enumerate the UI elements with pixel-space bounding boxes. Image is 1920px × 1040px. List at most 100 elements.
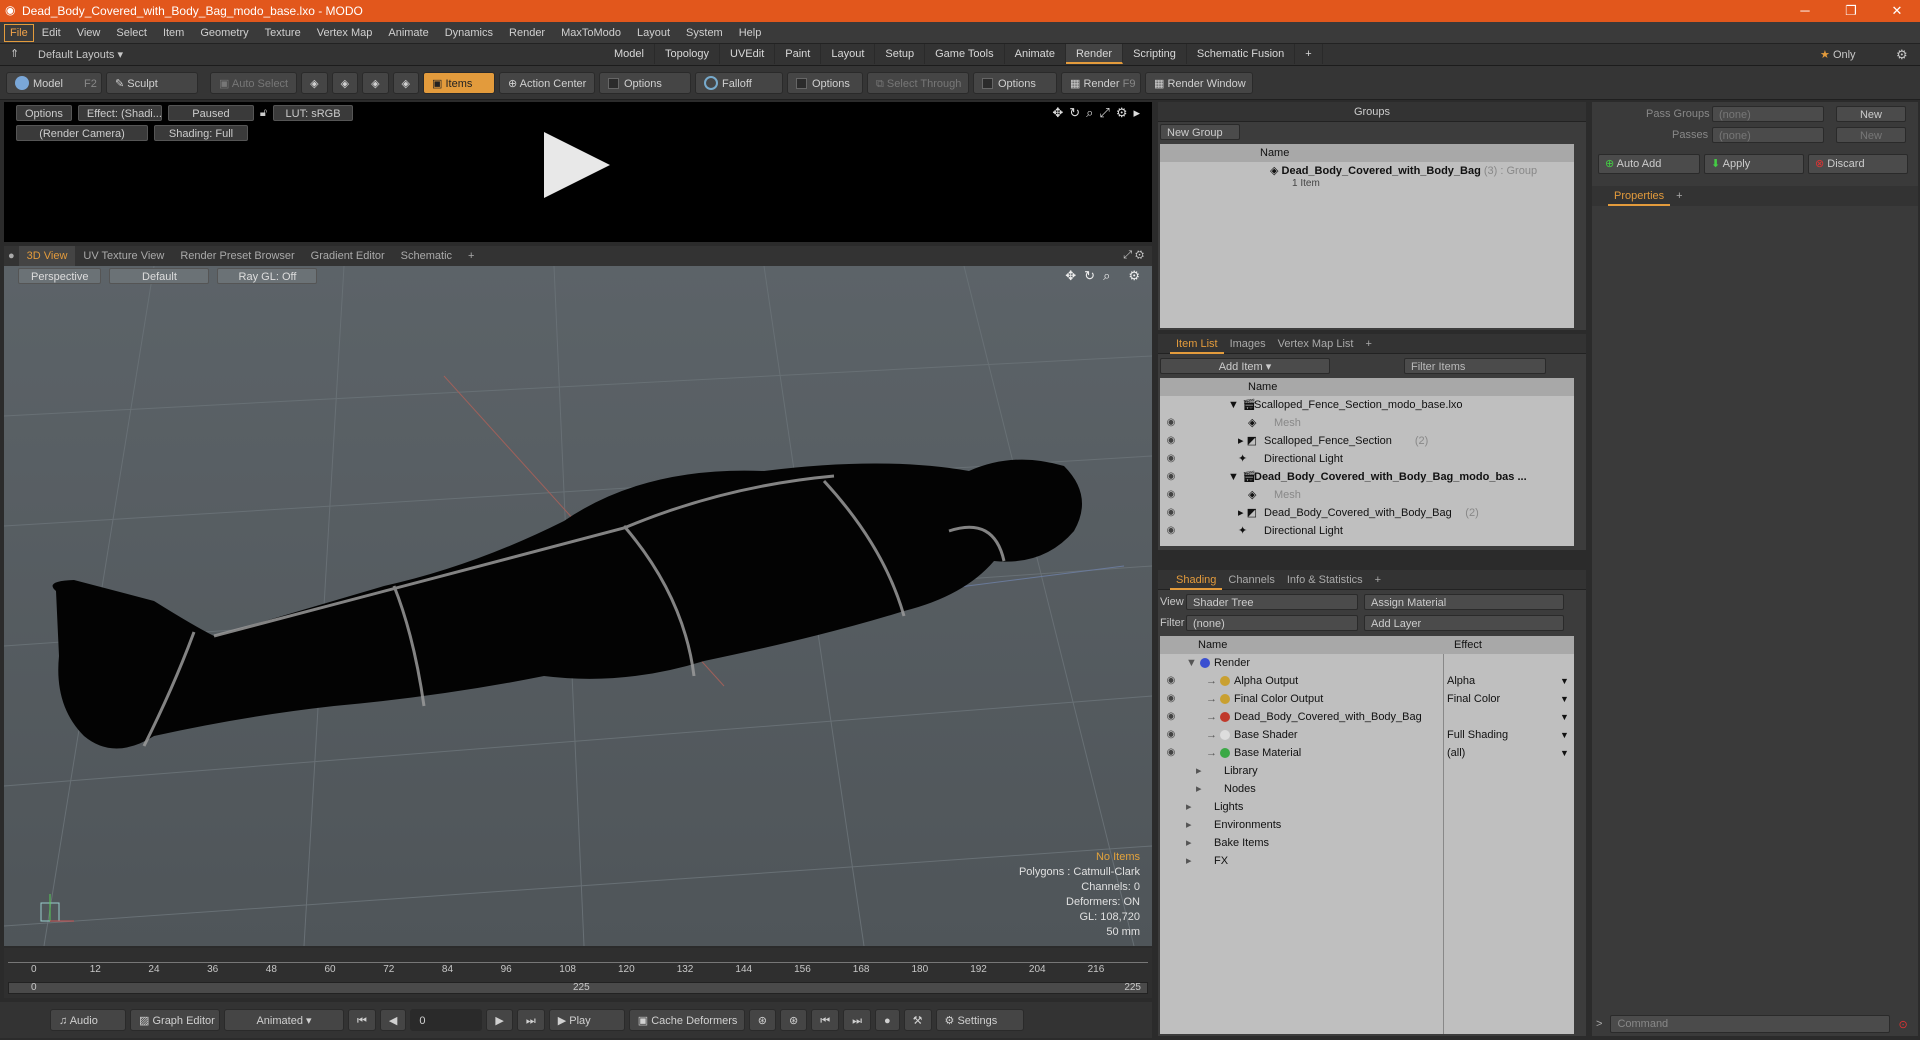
menu-layout[interactable]: Layout — [629, 22, 678, 44]
prev-key-icon[interactable]: ⏮ — [811, 1009, 840, 1031]
tab-uvedit[interactable]: UVEdit — [720, 44, 776, 64]
close-icon[interactable]: ✕ — [1874, 0, 1920, 22]
tab-scripting[interactable]: Scripting — [1123, 44, 1187, 64]
preview-effect-dropdown[interactable]: Effect: (Shadi... — [77, 105, 162, 121]
expand-icon[interactable]: ▸ — [1196, 762, 1202, 780]
effect-dropdown-icon[interactable]: ▼ — [1560, 672, 1569, 690]
pass-groups-dropdown[interactable]: (none) — [1712, 106, 1824, 122]
gear-icon[interactable]: ⚙ — [1116, 105, 1128, 121]
shader-effect[interactable]: Final Color — [1447, 690, 1500, 708]
effect-dropdown-icon[interactable]: ▼ — [1560, 744, 1569, 762]
model-mode-button[interactable]: Model F2 — [6, 72, 102, 94]
prev-frame-icon[interactable]: ◀ — [379, 1009, 407, 1031]
expand-icon[interactable]: ▸ — [1186, 798, 1192, 816]
timeline[interactable]: 0 12 24 36 48 60 72 84 96 108 120 132 144 156 168 180 19… — [4, 948, 1152, 998]
tab-uv-texture-view[interactable]: UV Texture View — [75, 246, 172, 266]
tab-layout[interactable]: Layout — [821, 44, 876, 64]
menu-texture[interactable]: Texture — [257, 22, 309, 44]
add-layer-dropdown[interactable]: Add Layer — [1364, 615, 1564, 631]
rotate-icon[interactable]: ↻ — [1084, 268, 1095, 284]
add-tab-icon[interactable]: + — [1369, 570, 1387, 590]
shader-row[interactable]: ▸ Environments — [1160, 816, 1574, 834]
only-toggle[interactable]: ★ Only — [1820, 48, 1856, 61]
first-frame-icon[interactable]: ⏮ — [348, 1009, 376, 1031]
apply-button[interactable]: ⬇ Apply — [1704, 154, 1804, 174]
tab-properties[interactable]: Properties — [1608, 186, 1671, 206]
tab-images[interactable]: Images — [1224, 334, 1272, 354]
effect-dropdown-icon[interactable]: ▼ — [1560, 708, 1569, 726]
view-dropdown[interactable]: Shader Tree — [1186, 594, 1358, 610]
rotate-icon[interactable]: ↻ — [1069, 105, 1080, 121]
raygl-dropdown[interactable]: Ray GL: Off — [217, 268, 318, 284]
maximize-view-icon[interactable]: ⤢ — [1099, 105, 1109, 121]
filter-dropdown[interactable]: (none) — [1186, 615, 1358, 631]
tab-game-tools[interactable]: Game Tools — [925, 44, 1005, 64]
tab-model[interactable]: Model — [604, 44, 655, 64]
add-item-dropdown[interactable]: Add Item ▾ — [1160, 358, 1330, 374]
add-tab-icon[interactable]: + — [1359, 334, 1377, 354]
style-default-dropdown[interactable]: Default — [109, 268, 210, 284]
key-all-icon[interactable]: ⊛ — [779, 1009, 808, 1031]
eye-icon[interactable]: ◉ — [1164, 450, 1178, 468]
options-button-1[interactable]: Options — [599, 72, 691, 94]
list-item[interactable]: ◉ ▸ ◩ Dead_Body_Covered_with_Body_Bag (2) — [1160, 504, 1574, 522]
shader-row[interactable]: ▸ Bake Items — [1160, 834, 1574, 852]
maximize-icon[interactable]: ❐ — [1828, 0, 1874, 22]
expand-icon[interactable]: ▸ — [1186, 852, 1192, 870]
minimize-icon[interactable]: ─ — [1782, 0, 1828, 22]
expand-icon[interactable]: ▸ — [1186, 834, 1192, 852]
eye-icon[interactable]: ◉ — [1164, 486, 1178, 504]
list-item[interactable]: ▼ 🎬︎ Scalloped_Fence_Section_modo_base.lx… — [1160, 396, 1574, 414]
eye-icon[interactable]: ◉ — [1164, 432, 1178, 450]
render-window-button[interactable]: ▦ Render Window — [1145, 72, 1253, 94]
preview-shading-dropdown[interactable]: Shading: Full — [154, 125, 248, 141]
add-tab-icon[interactable]: + — [460, 246, 482, 266]
vertex-mode-button[interactable]: ◈ — [301, 72, 328, 94]
new-group-button[interactable]: New Group — [1160, 124, 1240, 140]
expand-icon[interactable]: ▸ — [1186, 816, 1192, 834]
add-tab-icon[interactable]: + — [1295, 44, 1323, 64]
preview-paused-button[interactable]: Paused — [167, 105, 254, 121]
expand-icon[interactable]: ▼ — [1186, 654, 1197, 672]
tab-setup[interactable]: Setup — [875, 44, 926, 64]
tab-item-list[interactable]: Item List — [1170, 334, 1224, 354]
filter-items-input[interactable]: Filter Items — [1404, 358, 1546, 374]
shader-row[interactable]: ▸ FX — [1160, 852, 1574, 870]
expand-arrow-icon[interactable]: ▸ — [1133, 105, 1140, 121]
menu-file[interactable]: File — [4, 23, 34, 42]
shader-row[interactable]: ▸ Lights — [1160, 798, 1574, 816]
options-button-3[interactable]: Options — [973, 72, 1057, 94]
eye-icon[interactable]: ◉ — [1164, 672, 1178, 690]
graph-editor-button[interactable]: ▨ Graph Editor — [130, 1009, 220, 1031]
menu-vertex-map[interactable]: Vertex Map — [309, 22, 381, 44]
last-frame-icon[interactable]: ⏭ — [516, 1009, 545, 1031]
shader-row[interactable]: ◉ → Alpha Output Alpha ▼ — [1160, 672, 1574, 690]
list-item[interactable]: ◉ ◈ Mesh — [1160, 486, 1574, 504]
menu-render[interactable]: Render — [501, 22, 553, 44]
settings-button[interactable]: ⚙ Settings — [935, 1009, 1024, 1031]
list-item[interactable]: ◉ ✦ Directional Light — [1160, 450, 1574, 468]
next-frame-icon[interactable]: ▶ — [486, 1009, 513, 1031]
shader-row[interactable]: ◉ → Base Material (all) ▼ — [1160, 744, 1574, 762]
expand-icon[interactable]: → — [1206, 726, 1217, 744]
menu-select[interactable]: Select — [108, 22, 155, 44]
zoom-icon[interactable]: ⌕ — [1103, 268, 1110, 284]
eye-icon[interactable]: ◉ — [1164, 468, 1178, 486]
auto-add-button[interactable]: ⊕ Auto Add — [1598, 154, 1700, 174]
tab-animate[interactable]: Animate — [1005, 44, 1066, 64]
tab-schematic[interactable]: Schematic — [393, 246, 460, 266]
cache-deformers-button[interactable]: ▣ Cache Deformers — [628, 1009, 745, 1031]
discard-button[interactable]: ⊗ Discard — [1808, 154, 1908, 174]
gear-icon[interactable]: ⚙ — [1135, 249, 1144, 261]
falloff-button[interactable]: Falloff — [695, 72, 783, 94]
lock-icon[interactable]: 🔓︎ — [260, 107, 267, 120]
preview-options-button[interactable]: Options — [16, 105, 72, 121]
edge-mode-button[interactable]: ◈ — [331, 72, 359, 94]
options-button-2[interactable]: Options — [787, 72, 863, 94]
eye-icon[interactable]: ◉ — [1164, 726, 1178, 744]
material-mode-button[interactable]: ◈ — [392, 72, 419, 94]
menu-animate[interactable]: Animate — [380, 22, 436, 44]
eye-icon[interactable]: ◉ — [1164, 522, 1178, 540]
perspective-dropdown[interactable]: Perspective — [18, 268, 102, 284]
layout-collapse-icon[interactable]: ⇑ — [10, 47, 19, 60]
